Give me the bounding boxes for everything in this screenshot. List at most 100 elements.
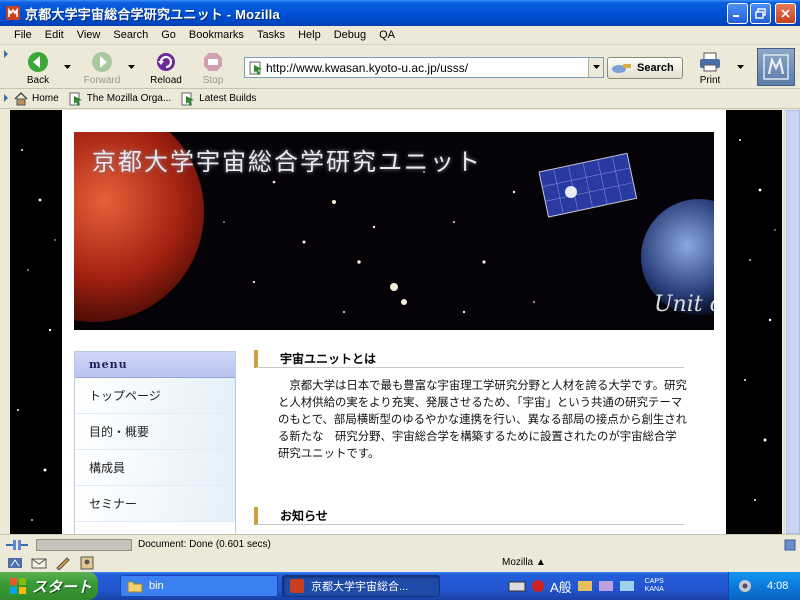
content-viewport: 京都大学宇宙総合学研究ユニット Unit o menu トップページ 目的・概要…	[10, 110, 782, 534]
ime-icon[interactable]	[529, 578, 547, 594]
volume-icon[interactable]	[737, 579, 753, 593]
menu-link-members[interactable]: 構成員	[75, 450, 235, 486]
menu-qa[interactable]: QA	[379, 29, 395, 41]
folder-icon	[127, 581, 143, 593]
menu-search[interactable]: Search	[113, 29, 148, 41]
menu-tasks[interactable]: Tasks	[257, 29, 285, 41]
reload-icon	[157, 53, 175, 71]
caps-label: CAPS	[644, 578, 664, 585]
url-history-dropdown[interactable]	[588, 58, 603, 77]
url-bar[interactable]: http://www.kwasan.kyoto-u.ac.jp/usss/	[244, 57, 604, 78]
menu-link-top-page[interactable]: トップページ	[75, 378, 235, 414]
close-button[interactable]	[775, 3, 796, 24]
title-bar[interactable]: 京都大学宇宙総合学研究ユニット - Mozilla	[0, 0, 800, 26]
bookmark-mozilla-org[interactable]: The Mozilla Orga...	[69, 92, 171, 106]
about-paragraph: 京都大学は日本で最も豊富な宇宙理工学研究分野と人材を誇る大学です。研究と人材供給…	[278, 380, 688, 460]
reload-button[interactable]: Reload	[144, 48, 188, 86]
menu-bookmarks[interactable]: Bookmarks	[189, 29, 244, 41]
url-text[interactable]: http://www.kwasan.kyoto-u.ac.jp/usss/	[266, 61, 588, 75]
scrollbar-thumb[interactable]	[786, 110, 800, 534]
mail-icon[interactable]	[30, 556, 48, 570]
back-arrow-icon	[28, 52, 48, 72]
section-heading-news: お知らせ	[254, 507, 684, 525]
mozilla-app-icon	[290, 579, 304, 593]
personal-toolbar-grip-icon[interactable]	[3, 93, 9, 105]
notification-area: 4:08	[728, 572, 800, 600]
online-status-icon[interactable]	[6, 538, 28, 552]
ime-help-icon[interactable]	[618, 578, 636, 594]
menu-link-purpose[interactable]: 目的・概要	[75, 414, 235, 450]
page-proxy-icon[interactable]	[248, 60, 264, 76]
mozilla-throbber-logo[interactable]	[757, 48, 795, 86]
toolbar-grip-icon[interactable]	[3, 49, 9, 85]
start-label: スタート	[32, 578, 93, 596]
windows-taskbar: スタート bin 京都大学宇宙総合... A般 CAPS KANA 4:08	[0, 572, 800, 600]
menu-help[interactable]: Help	[298, 29, 321, 41]
status-bar: Document: Done (0.601 secs)	[0, 534, 800, 554]
kana-label: KANA	[644, 586, 664, 593]
search-button[interactable]: Search	[607, 57, 683, 79]
taskbar-clock[interactable]: 4:08	[767, 580, 788, 592]
bookmark-home[interactable]: Home	[14, 91, 59, 106]
security-lock-icon[interactable]	[784, 539, 796, 551]
bookmark-mozilla-org-label: The Mozilla Orga...	[86, 93, 172, 104]
bookmark-latest-builds-label: Latest Builds	[199, 93, 257, 104]
composer-icon[interactable]	[54, 556, 72, 570]
reload-label: Reload	[150, 75, 182, 86]
vertical-scrollbar[interactable]	[784, 110, 800, 534]
bookmark-home-label: Home	[32, 93, 59, 104]
menu-link-seminar[interactable]: セミナー	[75, 486, 235, 522]
ime-tool-icon[interactable]	[576, 578, 594, 594]
taskbar-item-mozilla[interactable]: 京都大学宇宙総合...	[282, 575, 440, 597]
sidebar-splitter[interactable]	[0, 110, 10, 534]
printer-icon	[700, 52, 720, 72]
menu-file[interactable]: File	[14, 29, 32, 41]
menu-debug[interactable]: Debug	[334, 29, 366, 41]
personal-toolbar: Home The Mozilla Orga... Latest Builds	[0, 89, 800, 109]
menu-edit[interactable]: Edit	[45, 29, 64, 41]
section-heading-about: 宇宙ユニットとは	[254, 350, 684, 368]
bookmark-page-icon	[69, 92, 82, 106]
close-icon	[781, 9, 790, 18]
caps-kana-indicator: CAPS KANA	[645, 578, 664, 594]
ime-pad-icon[interactable]	[597, 578, 615, 594]
back-dropdown-icon[interactable]	[64, 65, 71, 70]
address-book-icon[interactable]	[78, 556, 96, 570]
taskbar-item-bin-label: bin	[149, 580, 164, 592]
stop-label: Stop	[202, 75, 224, 86]
back-button[interactable]: Back	[16, 48, 60, 86]
start-button[interactable]: スタート	[0, 572, 98, 600]
menu-go[interactable]: Go	[161, 29, 176, 41]
search-label: Search	[637, 62, 674, 74]
print-dropdown-icon[interactable]	[737, 65, 744, 70]
menu-view[interactable]: View	[77, 29, 101, 41]
banner-title: 京都大学宇宙総合学研究ユニット	[92, 148, 482, 176]
web-page: 京都大学宇宙総合学研究ユニット Unit o menu トップページ 目的・概要…	[62, 110, 726, 534]
minimize-button[interactable]	[727, 3, 748, 24]
search-magnifier-icon	[612, 64, 631, 73]
forward-dropdown-icon[interactable]	[128, 65, 135, 70]
mozilla-app-icon	[6, 6, 20, 20]
bookmark-latest-builds[interactable]: Latest Builds	[181, 92, 256, 106]
menu-bar: File Edit View Search Go Bookmarks Tasks…	[0, 26, 800, 45]
taskbar-item-bin[interactable]: bin	[120, 575, 278, 597]
print-button[interactable]: Print	[688, 48, 732, 86]
navigator-icon[interactable]	[6, 556, 24, 570]
minimize-icon	[733, 15, 739, 17]
home-icon	[14, 91, 28, 105]
ime-mode-label[interactable]: A般	[550, 577, 572, 596]
back-label: Back	[26, 75, 50, 86]
mozilla-logo-icon	[763, 54, 789, 80]
system-tray: A般 CAPS KANA	[508, 572, 670, 600]
stop-button[interactable]: Stop	[191, 48, 235, 86]
keyboard-icon[interactable]	[508, 578, 526, 594]
bookmark-page-icon	[181, 92, 195, 106]
component-bar-label[interactable]: Mozilla ▲	[502, 557, 546, 568]
forward-button[interactable]: Forward	[80, 48, 124, 86]
print-label: Print	[699, 75, 721, 86]
menu-header: menu	[75, 352, 235, 378]
restore-icon	[755, 8, 766, 19]
restore-button[interactable]	[750, 3, 771, 24]
component-bar: Mozilla ▲	[0, 554, 800, 572]
taskbar-item-mozilla-label: 京都大学宇宙総合...	[311, 581, 409, 593]
